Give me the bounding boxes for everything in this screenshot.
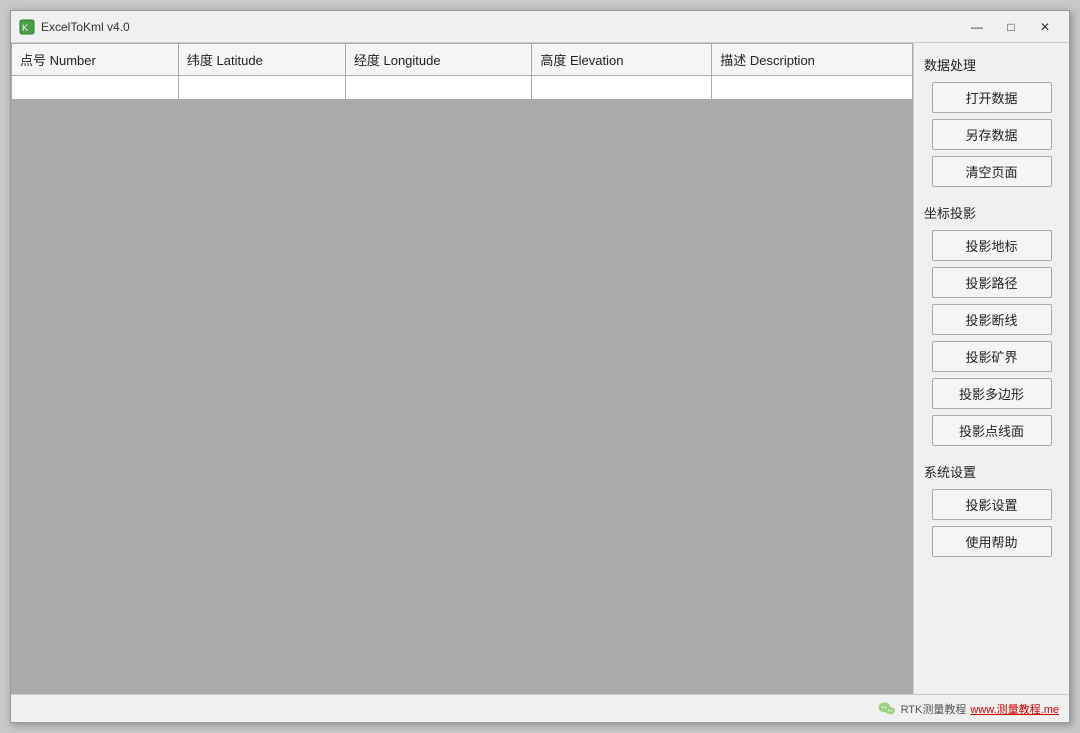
section-data-processing: 数据处理 打开数据 另存数据 清空页面 [924,55,1059,193]
right-panel: 数据处理 打开数据 另存数据 清空页面 坐标投影 投影地标 投影路径 投影断线 … [914,43,1069,694]
minimize-button[interactable]: — [961,15,993,39]
cell-elevation [532,76,712,100]
project-section-button[interactable]: 投影断线 [932,304,1052,335]
col-header-description: 描述 Description [712,44,913,76]
main-window: K ExcelToKml v4.0 — □ ✕ 点号 Number 纬度 Lat… [10,10,1070,723]
table-body-empty-area [11,100,913,694]
maximize-button[interactable]: □ [995,15,1027,39]
main-content: 点号 Number 纬度 Latitude 经度 Longitude 高度 El… [11,43,1069,694]
open-data-button[interactable]: 打开数据 [932,82,1052,113]
col-header-elevation: 高度 Elevation [532,44,712,76]
titlebar: K ExcelToKml v4.0 — □ ✕ [11,11,1069,43]
section-projection-title: 坐标投影 [924,203,1059,222]
save-data-button[interactable]: 另存数据 [932,119,1052,150]
table-row [12,76,913,100]
table-area: 点号 Number 纬度 Latitude 经度 Longitude 高度 El… [11,43,914,694]
project-point-line-surface-button[interactable]: 投影点线面 [932,415,1052,446]
wechat-icon [877,699,897,719]
project-landmark-button[interactable]: 投影地标 [932,230,1052,261]
section-system-title: 系统设置 [924,462,1059,481]
data-table: 点号 Number 纬度 Latitude 经度 Longitude 高度 El… [11,43,913,100]
project-polygon-button[interactable]: 投影多边形 [932,378,1052,409]
watermark-text: RTK测量教程 [901,701,967,717]
bottom-bar: RTK测量教程 www.测量教程.me [11,694,1069,722]
window-title: ExcelToKml v4.0 [41,20,961,34]
app-icon: K [19,19,35,35]
watermark: RTK测量教程 www.测量教程.me [877,699,1059,719]
projection-settings-button[interactable]: 投影设置 [932,489,1052,520]
cell-latitude [178,76,345,100]
help-button[interactable]: 使用帮助 [932,526,1052,557]
watermark-url: www.测量教程.me [970,701,1059,717]
svg-text:K: K [22,23,28,33]
cell-description [712,76,913,100]
clear-page-button[interactable]: 清空页面 [932,156,1052,187]
col-header-latitude: 纬度 Latitude [178,44,345,76]
project-path-button[interactable]: 投影路径 [932,267,1052,298]
cell-longitude [345,76,531,100]
section-system: 系统设置 投影设置 使用帮助 [924,462,1059,563]
cell-number [12,76,179,100]
section-data-title: 数据处理 [924,55,1059,74]
close-button[interactable]: ✕ [1029,15,1061,39]
window-controls: — □ ✕ [961,15,1061,39]
project-boundary-button[interactable]: 投影矿界 [932,341,1052,372]
col-header-number: 点号 Number [12,44,179,76]
col-header-longitude: 经度 Longitude [345,44,531,76]
section-projection: 坐标投影 投影地标 投影路径 投影断线 投影矿界 投影多边形 投影点线面 [924,203,1059,452]
